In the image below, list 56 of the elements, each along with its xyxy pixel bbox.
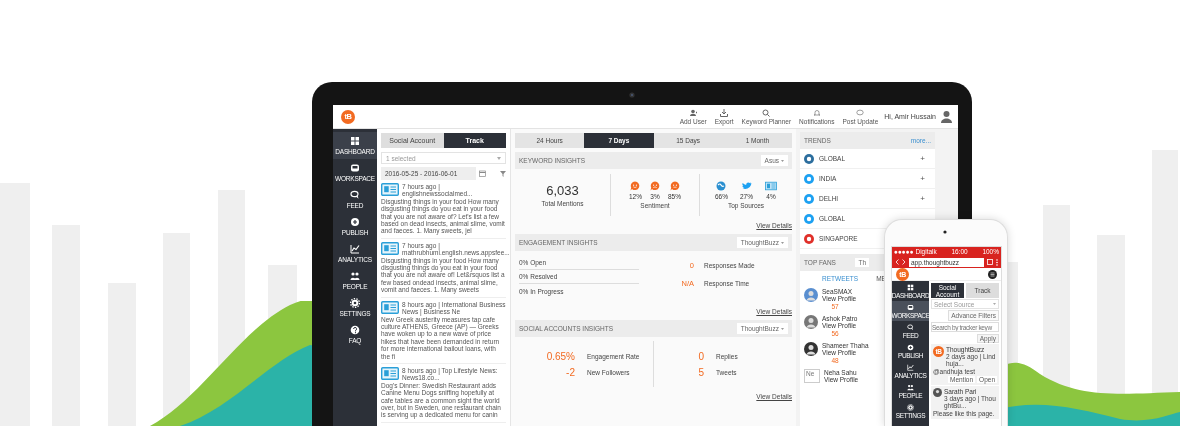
add-button[interactable]: +: [920, 194, 925, 203]
settings-icon: [907, 403, 914, 411]
plus-circle-icon: [350, 217, 360, 227]
tray-icon: [907, 303, 914, 311]
plus-circle-icon: [907, 343, 914, 351]
add-button[interactable]: +: [920, 174, 925, 183]
avatar-icon: [933, 388, 942, 397]
help-icon: [350, 325, 360, 335]
line-chart-icon: [350, 244, 360, 254]
dashboard-icon: [350, 136, 360, 146]
add-user-icon: [689, 108, 698, 117]
download-icon: [720, 108, 729, 117]
news-icon: [381, 300, 399, 314]
people-icon: [907, 383, 914, 391]
caret-icon: [781, 327, 784, 330]
caret-icon: [497, 156, 501, 160]
search-icon: [762, 108, 771, 117]
people-icon: [350, 271, 360, 281]
tabs-icon[interactable]: [987, 259, 993, 265]
tray-icon: [350, 163, 360, 173]
caret-icon: [781, 159, 784, 162]
smiley-icon: [630, 181, 641, 191]
filter-icon[interactable]: [500, 170, 506, 177]
bell-icon: [812, 108, 821, 117]
avatar-icon: [804, 342, 818, 356]
add-button[interactable]: +: [920, 154, 925, 163]
settings-icon: [350, 298, 360, 308]
metric-value: 0.65%: [545, 350, 575, 362]
metric-value: -2: [565, 366, 575, 378]
chat-icon: [350, 190, 360, 200]
avatar-icon: [804, 315, 818, 329]
camera-dot: [629, 92, 635, 98]
avatar-icon: [940, 110, 953, 123]
twitter-bird-icon: [741, 181, 752, 191]
news-icon: [381, 366, 399, 380]
news-icon: [381, 241, 399, 255]
caret-icon: [993, 303, 996, 305]
smiley-icon: [650, 181, 660, 191]
globe-icon: [716, 181, 727, 191]
forward-icon[interactable]: [902, 259, 906, 265]
back-icon[interactable]: [895, 259, 899, 265]
speaker-dot: [943, 230, 947, 234]
dashboard-icon: [907, 283, 914, 291]
news-icon: [765, 181, 777, 191]
line-chart-icon: [907, 363, 914, 371]
metric-value: 5: [697, 366, 704, 378]
speech-bubble-icon: [856, 108, 865, 117]
news-icon: [381, 183, 399, 196]
metric-value: 0: [697, 350, 704, 362]
menu-icon[interactable]: [988, 269, 997, 279]
calendar-icon[interactable]: [479, 170, 486, 177]
smiley-icon: [669, 181, 680, 191]
chat-icon: [907, 323, 914, 331]
caret-icon: [781, 241, 784, 244]
avatar-icon: [804, 288, 818, 302]
mentions-count: 6,033: [546, 183, 579, 198]
